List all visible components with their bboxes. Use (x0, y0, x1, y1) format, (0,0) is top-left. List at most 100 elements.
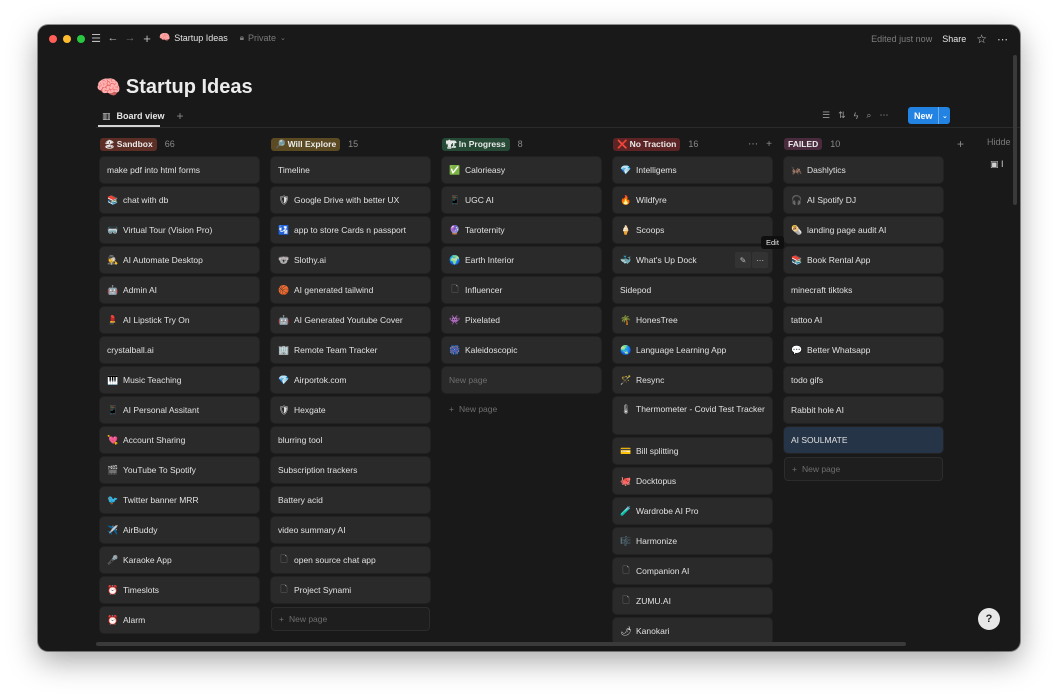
column-header[interactable]: 🏗 In Progress 8 (442, 137, 601, 151)
board-card[interactable]: todo gifs (784, 367, 943, 393)
column-status-badge[interactable]: ❌ No Traction (613, 137, 681, 151)
board-card[interactable]: 📚 Book Rental App (784, 247, 943, 273)
column-status-badge[interactable]: 🏖 Sandbox (100, 137, 157, 151)
board-card[interactable]: 💄 AI Lipstick Try On (100, 307, 259, 333)
board-card[interactable]: ⏰ Alarm (100, 607, 259, 633)
board-card[interactable]: 💎 Intelligems (613, 157, 772, 183)
board-card[interactable]: 📱 AI Personal Assitant (100, 397, 259, 423)
vertical-scrollbar[interactable] (1013, 55, 1017, 205)
board-card[interactable]: 🌯 landing page audit AI (784, 217, 943, 243)
board-card[interactable]: minecraft tiktoks (784, 277, 943, 303)
board-card[interactable]: 🐳 What's Up Dock ✎ ⋯ (613, 247, 772, 273)
board-card[interactable]: 🐨 Slothy.ai (271, 247, 430, 273)
board-card[interactable]: 🗋 Project Synami (271, 577, 430, 603)
column-header[interactable]: 🏖 Sandbox 66 (100, 137, 259, 151)
new-page-button[interactable]: + New page (442, 397, 601, 421)
board-card[interactable]: 🌴 HonesTree (613, 307, 772, 333)
minimize-window-button[interactable] (63, 35, 71, 43)
board-card[interactable]: 📱 UGC AI (442, 187, 601, 213)
privacy-label[interactable]: Private (248, 33, 276, 43)
maximize-window-button[interactable] (77, 35, 85, 43)
board-card[interactable]: 🌍 Earth Interior (442, 247, 601, 273)
board-card[interactable]: AI SOULMATE (784, 427, 943, 453)
card-more-icon[interactable]: ⋯ (752, 252, 768, 268)
board-card[interactable]: 🗋 Companion AI (613, 558, 772, 584)
filter-icon[interactable]: ☰ (822, 110, 830, 121)
share-button[interactable]: Share (942, 34, 966, 44)
board-card[interactable]: 🎹 Music Teaching (100, 367, 259, 393)
board-card[interactable]: 🍦 Scoops (613, 217, 772, 243)
board-card[interactable]: 🔮 Taroternity (442, 217, 601, 243)
board-card[interactable]: video summary AI (271, 517, 430, 543)
board-card[interactable]: 🦗 Dashlytics (784, 157, 943, 183)
board-card[interactable]: 🗋 open source chat app (271, 547, 430, 573)
new-button-label[interactable]: New (908, 111, 938, 121)
board-card[interactable]: Rabbit hole AI (784, 397, 943, 423)
column-more-icon[interactable]: ⋯ (748, 139, 758, 150)
page-title-text[interactable]: Startup Ideas (126, 76, 253, 99)
forward-arrow-icon[interactable]: → (123, 31, 137, 45)
board-card[interactable]: 💳 Bill splitting (613, 438, 772, 464)
brain-icon[interactable]: 🧠 (96, 75, 121, 100)
board-card[interactable]: 🛂 app to store Cards n passport (271, 217, 430, 243)
more-options-icon[interactable]: ⋯ (997, 33, 1008, 46)
board-card[interactable]: tattoo AI (784, 307, 943, 333)
edit-pencil-icon[interactable]: ✎ (735, 252, 751, 268)
breadcrumb[interactable]: 🧠 Startup Ideas 🔒︎ Private ⌄ (159, 32, 286, 43)
board-card[interactable]: Subscription trackers (271, 457, 430, 483)
board-card[interactable]: 👾 Pixelated (442, 307, 601, 333)
add-group-icon[interactable]: + (957, 137, 964, 151)
board-card[interactable]: 🐙 Docktopus (613, 468, 772, 494)
board-card[interactable]: 📚 chat with db (100, 187, 259, 213)
board-card[interactable]: 🌡 Thermometer - Covid Test Tracker (613, 397, 772, 434)
board-card[interactable]: 🕵 AI Automate Desktop (100, 247, 259, 273)
automation-icon[interactable]: ϟ (854, 111, 859, 121)
board-card[interactable]: 🗋 ZUMU.AI (613, 588, 772, 614)
board-card[interactable]: 💘 Account Sharing (100, 427, 259, 453)
board-card[interactable]: 🤖 Admin AI (100, 277, 259, 303)
new-page-button[interactable]: + New page (784, 457, 943, 481)
board-card[interactable]: 🏀 AI generated tailwind (271, 277, 430, 303)
board-card[interactable]: 💎 Airportok.com (271, 367, 430, 393)
column-add-icon[interactable]: + (766, 139, 772, 150)
breadcrumb-title[interactable]: Startup Ideas (174, 33, 228, 43)
board-card[interactable]: 🔥 Wildfyre (613, 187, 772, 213)
board-card[interactable]: 🧪 Wardrobe AI Pro (613, 498, 772, 524)
board-card[interactable]: 🌏 Language Learning App (613, 337, 772, 363)
new-button[interactable]: New ⌄ (908, 107, 950, 124)
board-card[interactable]: 💬 Better Whatsapp (784, 337, 943, 363)
new-page-draft-card[interactable]: New page (442, 367, 601, 393)
chevron-down-icon[interactable]: ⌄ (938, 107, 948, 124)
column-status-badge[interactable]: 🔎 Will Explore (271, 137, 341, 151)
board-card[interactable]: ✅ Calorieasy (442, 157, 601, 183)
column-header[interactable]: ❌ No Traction 16 ⋯ + (613, 137, 772, 151)
board-card[interactable]: 🏢 Remote Team Tracker (271, 337, 430, 363)
board-card[interactable]: 🪄 Resync (613, 367, 772, 393)
board-card[interactable]: 🤖 AI Generated Youtube Cover (271, 307, 430, 333)
board-card[interactable]: 🛡 Google Drive with better UX (271, 187, 430, 213)
board-card[interactable]: 🥽 Virtual Tour (Vision Pro) (100, 217, 259, 243)
board-card[interactable]: ✈️ AirBuddy (100, 517, 259, 543)
add-view-icon[interactable]: + (177, 109, 184, 123)
board-card[interactable]: 🐦 Twitter banner MRR (100, 487, 259, 513)
board-card[interactable]: ⏰ Timeslots (100, 577, 259, 603)
board-card[interactable]: 🎧 AI Spotify DJ (784, 187, 943, 213)
new-tab-plus-icon[interactable]: + (140, 31, 154, 46)
board-card[interactable]: 🛡 Hexgate (271, 397, 430, 423)
board-card[interactable]: crystalball.ai (100, 337, 259, 363)
star-icon[interactable]: ☆ (976, 32, 987, 46)
page-title[interactable]: 🧠 Startup Ideas (96, 75, 253, 100)
more-settings-icon[interactable]: ⋯ (879, 110, 888, 121)
sort-icon[interactable]: ⇅ (838, 110, 846, 121)
search-icon[interactable]: ⌕ (866, 110, 871, 121)
column-status-badge[interactable]: 🏗 In Progress (442, 137, 510, 151)
board-card[interactable]: 🎼 Harmonize (613, 528, 772, 554)
board-card[interactable]: Battery acid (271, 487, 430, 513)
board-card[interactable]: Sidepod (613, 277, 772, 303)
help-icon[interactable]: ? (978, 608, 1000, 630)
chevron-down-icon[interactable]: ⌄ (280, 34, 286, 42)
board-card[interactable]: 🎬 YouTube To Spotify (100, 457, 259, 483)
board-card[interactable]: make pdf into html forms (100, 157, 259, 183)
back-arrow-icon[interactable]: ← (106, 31, 120, 45)
column-header[interactable]: 🔎 Will Explore 15 (271, 137, 430, 151)
